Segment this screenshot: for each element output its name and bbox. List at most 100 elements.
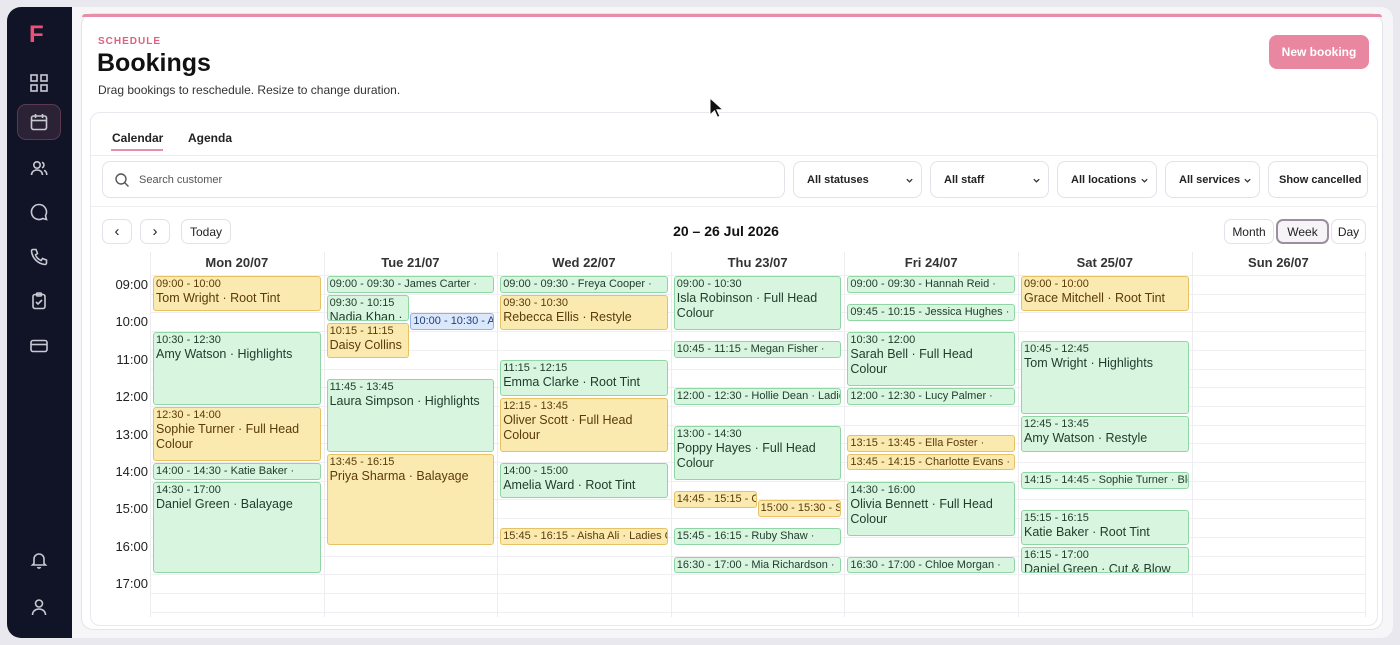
booking-event[interactable]: 14:45 - 15:15 - Ge (673, 491, 757, 508)
tabs-divider (91, 155, 1377, 156)
notifications-nav-button[interactable] (17, 542, 61, 578)
calendar-nav-button[interactable] (17, 104, 61, 140)
booking-event[interactable]: 12:45 - 13:45 Amy Watson · Restyle (1021, 416, 1189, 452)
booking-event[interactable]: 13:45 - 16:15 Priya Sharma · Balayage (326, 453, 495, 546)
today-button[interactable]: Today (181, 219, 231, 244)
booking-client-service: Daisy Collins · (329, 337, 402, 357)
booking-event[interactable]: 16:30 - 17:00 - Chloe Morgan · (847, 556, 1015, 574)
tab-calendar[interactable]: Calendar (112, 131, 163, 145)
booking-client-service: Rebecca Ellis · Restyle (503, 309, 632, 324)
phone-icon (30, 248, 48, 266)
profile-nav-button[interactable] (17, 589, 61, 625)
customers-nav-button[interactable] (17, 150, 61, 186)
location-filter-select[interactable]: All locations (1057, 161, 1157, 198)
booking-event[interactable]: 10:45 - 12:45 Tom Wright · Highlights (1021, 341, 1189, 415)
booking-time: 09:45 - 10:15 - Jessica Hughes · (850, 306, 1010, 319)
booking-event[interactable]: 11:15 - 12:15 Emma Clarke · Root Tint (500, 360, 668, 396)
booking-event[interactable]: 09:00 - 10:30 Isla Robinson · Full Head C… (673, 276, 842, 331)
bell-icon (30, 553, 48, 569)
booking-event[interactable]: 16:30 - 17:00 - Mia Richardson · (673, 556, 842, 574)
booking-event[interactable]: 16:15 - 17:00Daniel Green · Cut & Blow D… (1021, 547, 1189, 574)
booking-event[interactable]: 09:00 - 09:30 - James Carter · (326, 276, 495, 293)
booking-event[interactable]: 09:00 - 09:30 - Freya Cooper · (500, 276, 668, 293)
day-header: Thu 23/07 (727, 255, 788, 270)
booking-event[interactable]: 10:00 - 10:30 - A (410, 313, 495, 331)
booking-time: 09:00 - 10:00 (156, 278, 221, 290)
booking-time: 16:15 - 17:00 (1024, 549, 1089, 562)
booking-time: 14:00 - 15:00 (503, 465, 569, 477)
booking-event[interactable]: 10:30 - 12:30 Amy Watson · Highlights (153, 332, 321, 405)
booking-event[interactable]: 12:00 - 12:30 - Lucy Palmer · (847, 388, 1015, 405)
booking-event[interactable]: 13:00 - 14:30 Poppy Hayes · Full Head Col… (673, 425, 842, 480)
prev-week-button[interactable]: ‹ (102, 219, 132, 244)
main-area: SCHEDULE Bookings Drag bookings to resch… (72, 7, 1393, 638)
booking-event[interactable]: 10:30 - 12:00 Sarah Bell · Full Head Colo… (847, 332, 1015, 387)
booking-event[interactable]: 12:15 - 13:45 Oliver Scott · Full Head Co… (500, 397, 668, 452)
new-booking-button[interactable]: New booking (1269, 35, 1369, 69)
booking-event[interactable]: 13:15 - 13:45 - Ella Foster · (847, 434, 1015, 452)
booking-event[interactable]: 09:45 - 10:15 - Jessica Hughes · (847, 304, 1015, 321)
booking-event[interactable]: 15:00 - 15:30 - St (757, 500, 842, 518)
service-filter-select[interactable]: All services (1165, 161, 1260, 198)
week-grid: Mon 20/07 Tue 21/07 Wed 22/07 Thu 23/07 Fri … (102, 252, 1367, 617)
hour-label: 13:00 (115, 426, 148, 442)
app-logo: F (29, 21, 44, 48)
calls-nav-button[interactable] (17, 239, 61, 275)
day-view-button[interactable]: Day (1331, 219, 1366, 244)
dashboard-nav-button[interactable] (17, 65, 61, 101)
booking-event[interactable]: 15:45 - 16:15 - Aisha Ali · Ladies Cut (500, 528, 668, 546)
status-filter-select[interactable]: All statuses (793, 161, 922, 198)
status-filter-value: All statuses (807, 173, 869, 186)
staff-filter-select[interactable]: All staff (930, 161, 1049, 198)
week-view-button[interactable]: Week (1276, 219, 1329, 244)
booking-event[interactable]: 09:30 - 10:30 Rebecca Ellis · Restyle (500, 294, 668, 331)
booking-event[interactable]: 09:30 - 10:15 Nadia Khan · (326, 294, 410, 321)
calendar-icon (30, 114, 48, 131)
tab-agenda[interactable]: Agenda (188, 131, 232, 145)
hour-label: 11:00 (116, 351, 148, 367)
booking-event[interactable]: 15:15 - 16:15 Katie Baker · Root Tint (1021, 509, 1189, 546)
booking-client-service: Emma Clarke · Root Tint (503, 375, 641, 390)
chevron-down-icon (1244, 178, 1251, 183)
booking-event[interactable]: 14:30 - 17:00 Daniel Green · Balayage (153, 481, 321, 574)
staff-filter-value: All staff (944, 173, 985, 186)
booking-client-service: Daniel Green · Cut & Blow Dry (1024, 562, 1171, 574)
booking-event[interactable]: 14:30 - 16:00 Olivia Bennett · Full Head … (847, 481, 1015, 536)
booking-time: 15:15 - 16:15 (1024, 511, 1089, 524)
next-week-button[interactable]: › (140, 219, 170, 244)
day-column-divider (844, 252, 846, 617)
month-view-button[interactable]: Month (1224, 219, 1274, 244)
booking-event[interactable]: 15:45 - 16:15 - Ruby Shaw · (673, 528, 842, 546)
hour-label: 10:00 (115, 314, 148, 330)
messages-nav-button[interactable] (17, 194, 61, 230)
day-header: Fri 24/07 (904, 255, 958, 270)
day-header: Sun 26/07 (1248, 255, 1309, 270)
booking-event[interactable]: 10:15 - 11:15Daisy Collins · (326, 322, 410, 359)
booking-time: 12:15 - 13:45 (503, 399, 569, 412)
booking-event[interactable]: 14:00 - 15:00 Amelia Ward · Root Tint (500, 463, 668, 499)
booking-event[interactable]: 14:15 - 14:45 - Sophie Turner · Blow (1021, 472, 1189, 490)
booking-event[interactable]: 09:00 - 10:00 Grace Mitchell · Root Tint (1021, 276, 1189, 312)
hour-label: 16:00 (115, 538, 148, 554)
booking-event[interactable]: 13:45 - 14:15 - Charlotte Evans · (847, 453, 1015, 471)
booking-time: 09:30 - 10:30 (503, 296, 569, 309)
tasks-nav-button[interactable] (17, 283, 61, 319)
chevron-down-icon (906, 178, 913, 183)
booking-event[interactable]: 12:30 - 14:00 Sophie Turner · Full Head C… (153, 406, 321, 461)
page-eyebrow: SCHEDULE (98, 36, 162, 47)
booking-event[interactable]: 09:00 - 09:30 - Hannah Reid · (847, 276, 1015, 293)
search-input[interactable]: Search customer (102, 161, 785, 198)
active-tab-indicator (111, 149, 163, 151)
show-cancelled-button[interactable]: Show cancelled (1268, 161, 1368, 198)
booking-event[interactable]: 09:00 - 10:00 Tom Wright · Root Tint (153, 276, 321, 312)
payments-nav-button[interactable] (17, 328, 61, 364)
booking-event[interactable]: 10:45 - 11:15 - Megan Fisher · (673, 341, 842, 359)
booking-time: 09:00 - 09:30 - Hannah Reid · (850, 278, 996, 290)
booking-client-service: Poppy Hayes · Full Head Colour (676, 440, 816, 470)
booking-time: 10:30 - 12:00 (850, 334, 916, 347)
booking-event[interactable]: 14:00 - 14:30 - Katie Baker · (153, 463, 321, 480)
booking-event[interactable]: 11:45 - 13:45 Laura Simpson · Highlights (326, 378, 495, 452)
booking-event[interactable]: 12:00 - 12:30 - Hollie Dean · Ladies (673, 388, 842, 405)
credit-card-icon (30, 339, 48, 353)
booking-time: 09:00 - 09:30 - James Carter · (329, 278, 477, 290)
